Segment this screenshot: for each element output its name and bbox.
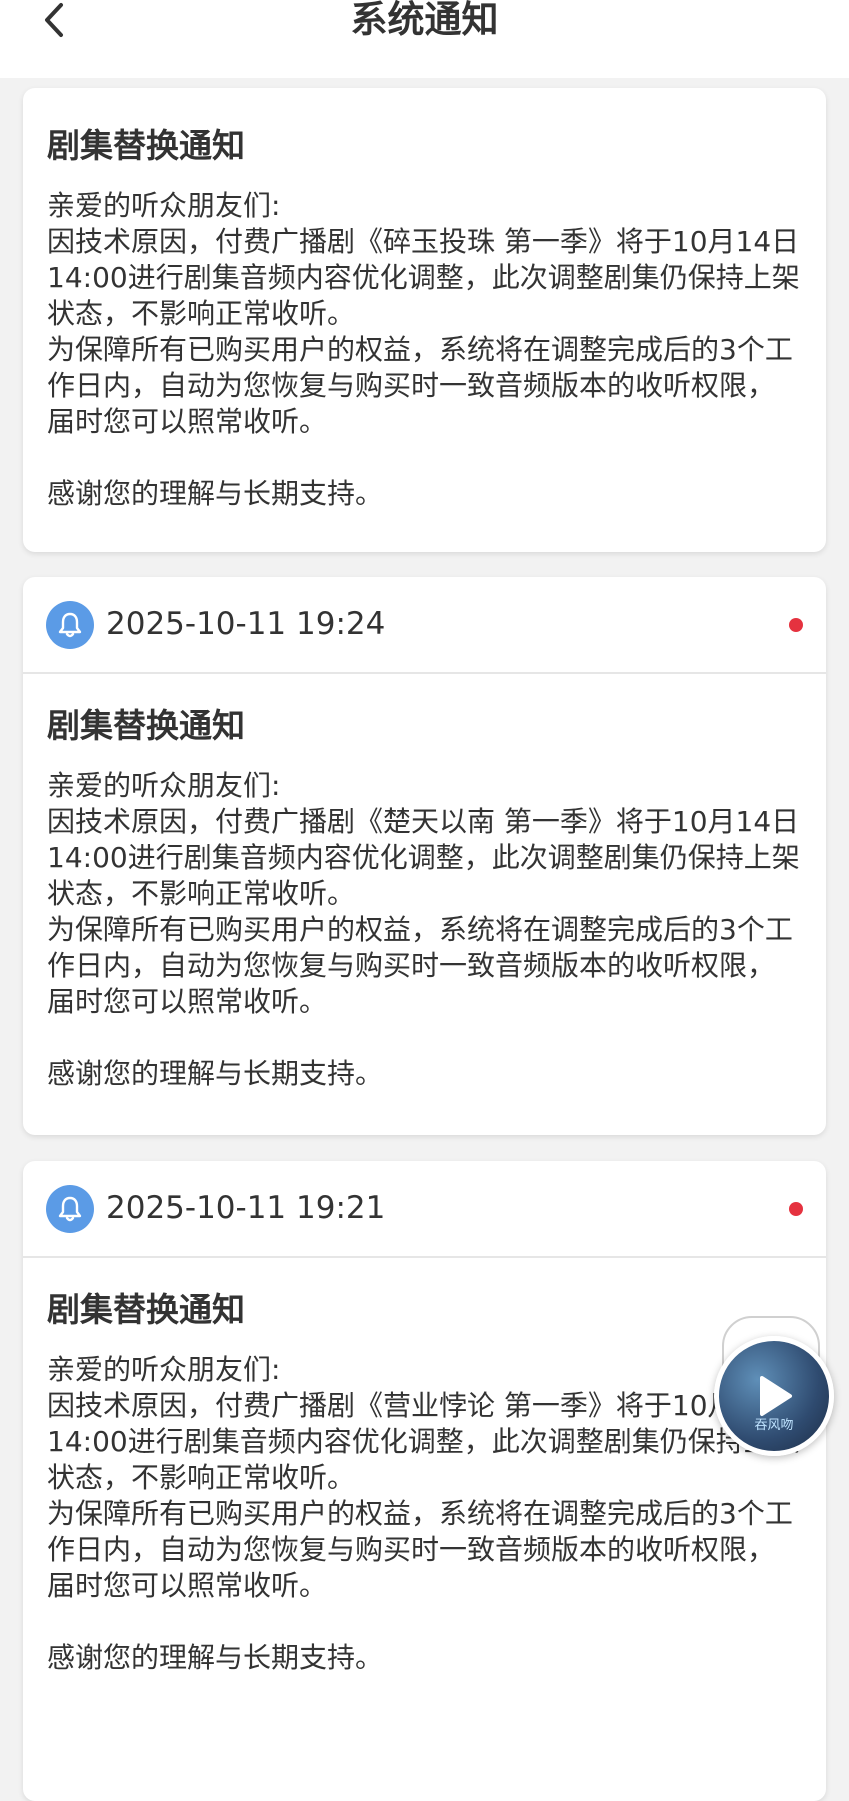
play-icon	[760, 1376, 792, 1416]
album-cover: 吞风吻	[714, 1336, 834, 1456]
page-title: 系统通知	[350, 0, 499, 41]
notification-time: 2025-10-11 19:24	[106, 606, 386, 642]
top-bar: 系统通知	[0, 0, 849, 78]
notification-header: 2025-10-11 19:21	[23, 1161, 826, 1258]
bell-icon	[46, 601, 94, 649]
floating-player[interactable]: 吞风吻	[708, 1310, 834, 1456]
notification-title: 剧集替换通知	[47, 126, 245, 165]
notification-card[interactable]: 剧集替换通知 亲爱的听众朋友们: 因技术原因，付费广播剧《碎玉投珠 第一季》将于…	[23, 88, 826, 552]
notification-time: 2025-10-11 19:21	[106, 1190, 386, 1226]
notification-title: 剧集替换通知	[47, 1290, 245, 1329]
unread-dot	[789, 618, 803, 632]
notification-card[interactable]: 2025-10-11 19:24 剧集替换通知 亲爱的听众朋友们: 因技术原因，…	[23, 577, 826, 1135]
album-caption: 吞风吻	[754, 1418, 794, 1433]
notification-body: 亲爱的听众朋友们: 因技术原因，付费广播剧《营业悖论 第一季》将于10月14日1…	[47, 1353, 800, 1674]
unread-dot	[789, 1202, 803, 1216]
notification-card[interactable]: 2025-10-11 19:21 剧集替换通知 亲爱的听众朋友们: 因技术原因，…	[23, 1161, 826, 1801]
notification-body: 亲爱的听众朋友们: 因技术原因，付费广播剧《楚天以南 第一季》将于10月14日1…	[47, 769, 800, 1090]
notification-body: 亲爱的听众朋友们: 因技术原因，付费广播剧《碎玉投珠 第一季》将于10月14日1…	[47, 189, 800, 510]
notification-header: 2025-10-11 19:24	[23, 577, 826, 674]
bell-icon	[46, 1185, 94, 1233]
notification-title: 剧集替换通知	[47, 706, 245, 745]
